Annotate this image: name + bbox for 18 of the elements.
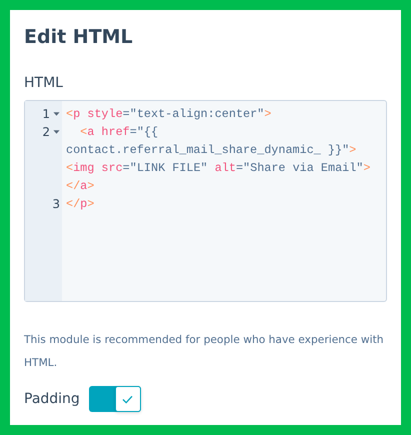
dialog-title: Edit HTML [24, 25, 134, 50]
code-line: contact.referral_mail_share_dynamic_ }}"> [66, 142, 358, 159]
code-line: </a> [66, 178, 96, 195]
code-editor[interactable]: 1 <p style="text-align:center"> 2 <a href="{{ contact.referral_mail_share_dynamic_ }}"> <img src="LINK FILE" alt="Share via Email"> </a> 3 </p> [24, 100, 387, 302]
code-line: <p style="text-align:center"> [66, 106, 272, 123]
fold-caret-icon[interactable] [53, 129, 60, 135]
check-icon [122, 394, 134, 404]
help-text: This module is recommended for people who have experience with HTML. [24, 332, 385, 371]
padding-toggle[interactable] [88, 386, 141, 412]
line-number: 2 [42, 124, 50, 141]
code-line: <img src="LINK FILE" alt="Share via Email"> [66, 160, 370, 177]
code-line: <a href="{{ [79, 124, 160, 141]
line-number: 3 [52, 196, 60, 213]
padding-label: Padding [24, 391, 80, 407]
field-label: HTML [24, 74, 64, 92]
line-number: 1 [42, 106, 50, 123]
code-line: </p> [66, 196, 94, 213]
fold-caret-icon[interactable] [53, 111, 60, 117]
